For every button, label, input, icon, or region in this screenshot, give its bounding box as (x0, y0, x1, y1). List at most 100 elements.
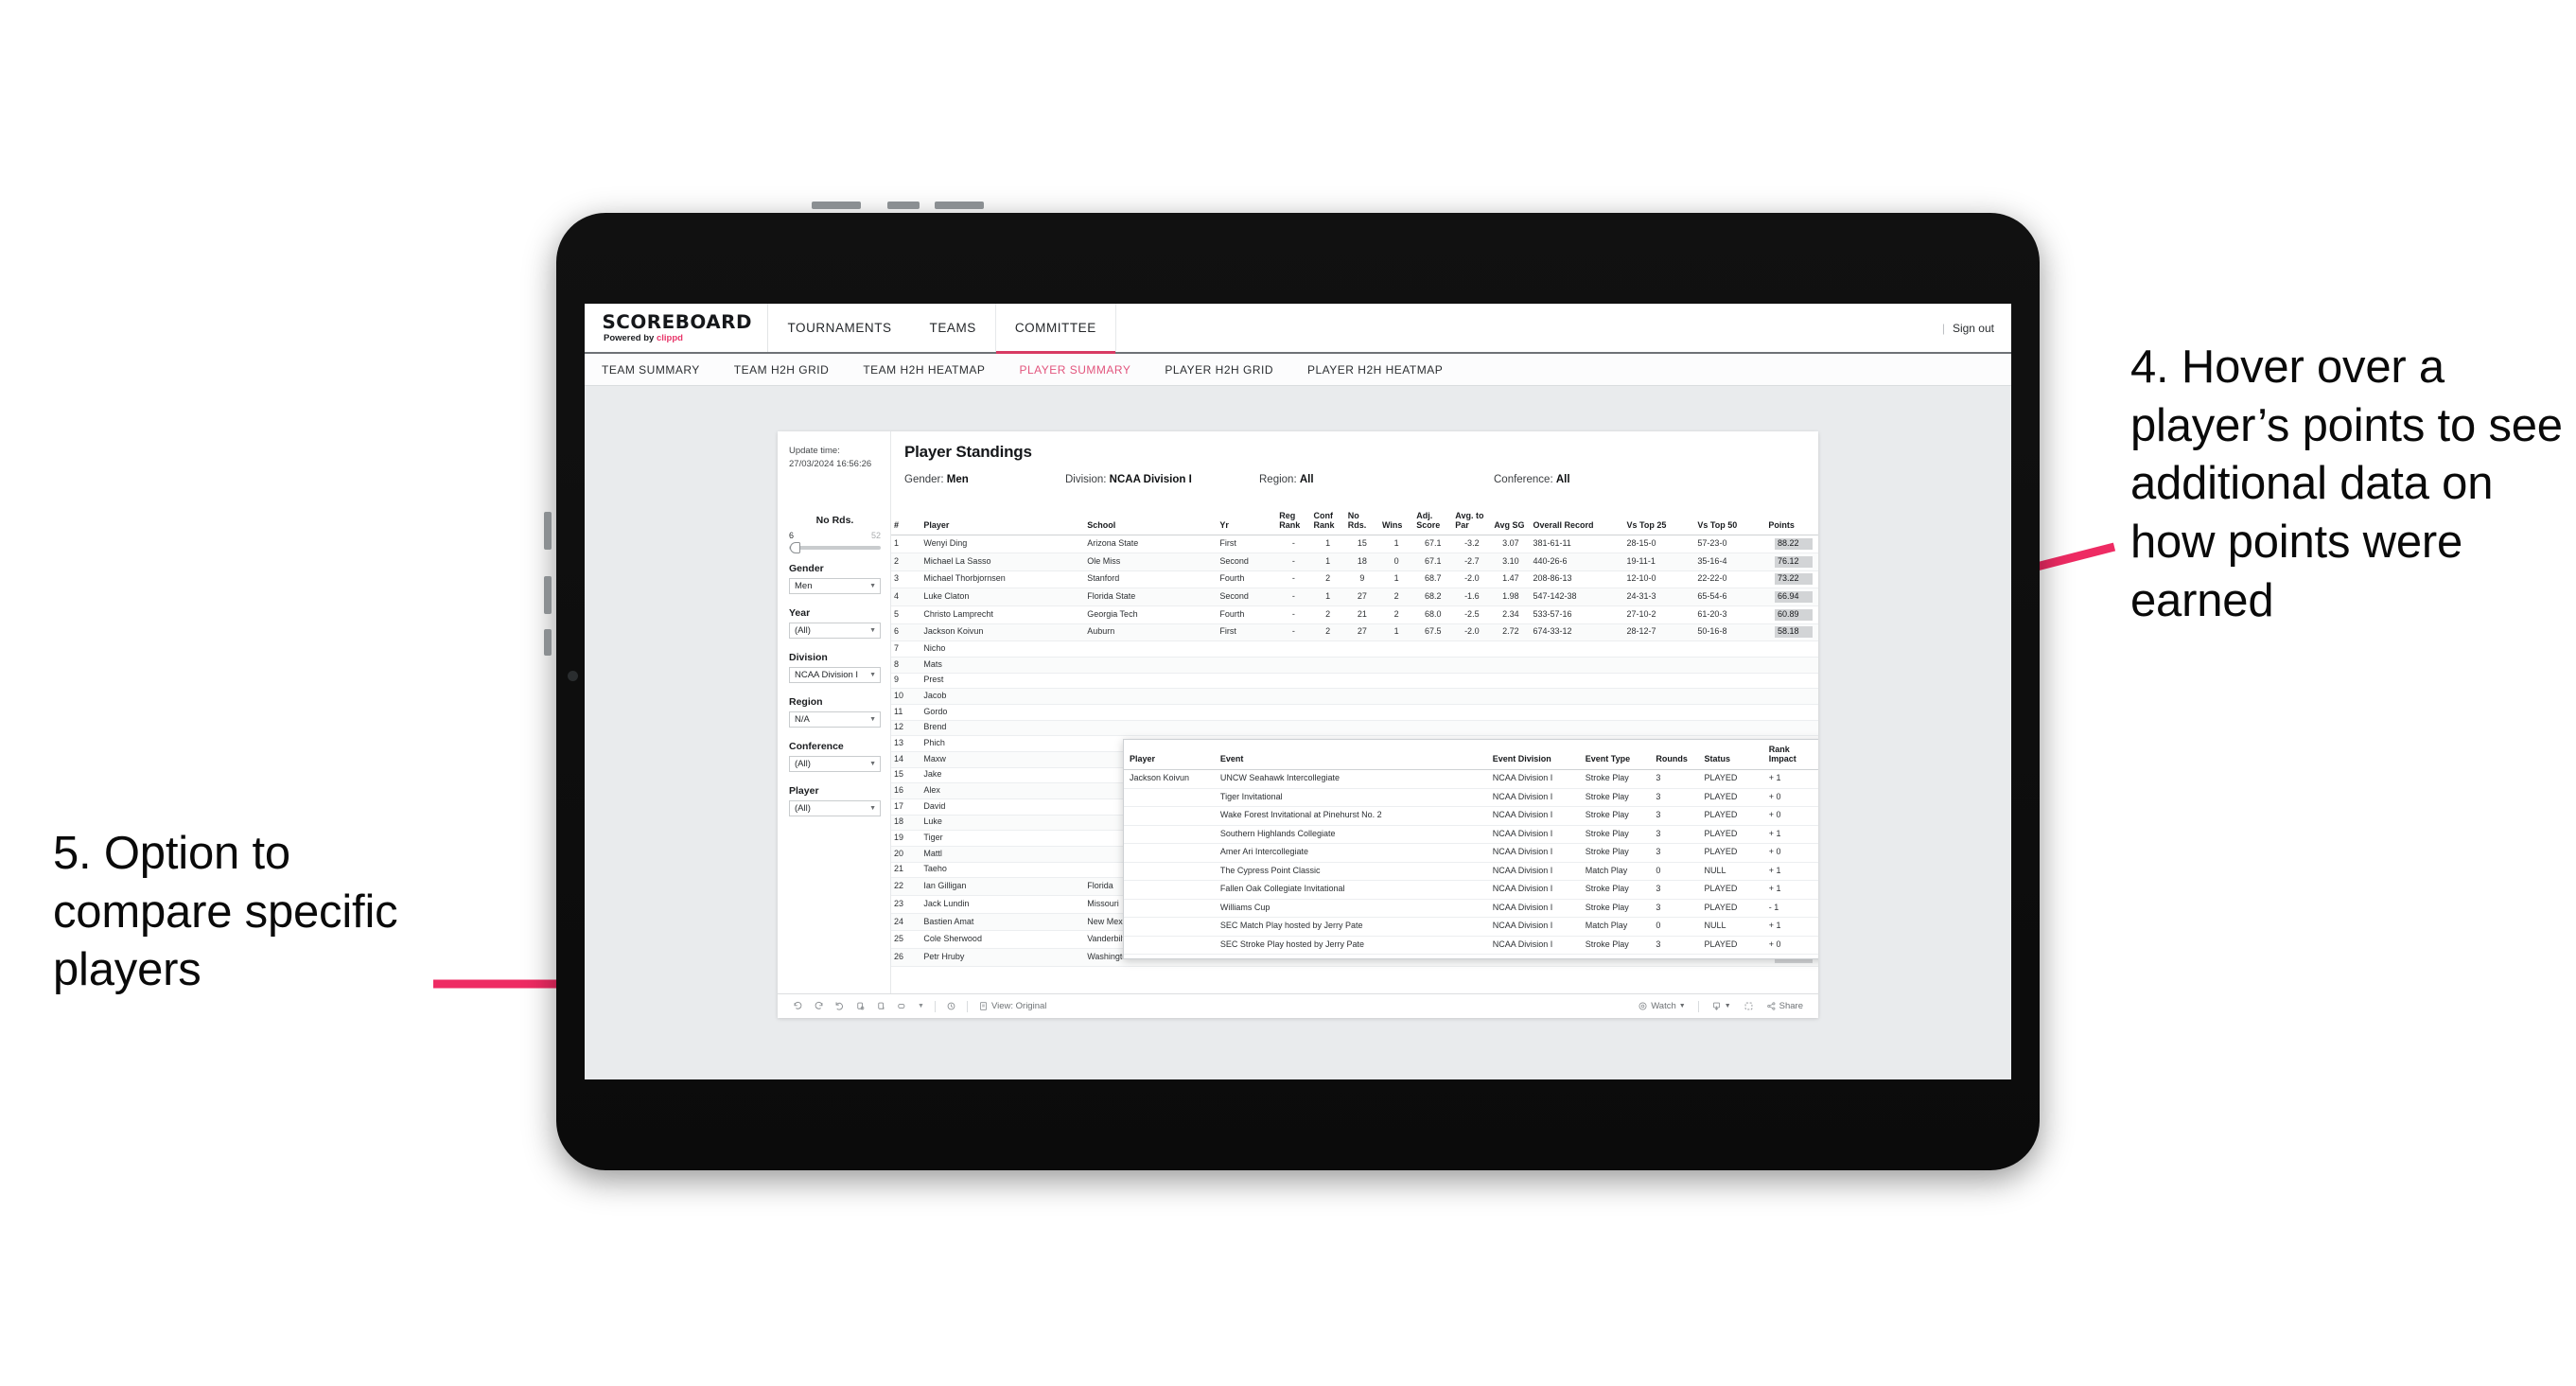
filter-conference-select[interactable]: (All) ▼ (789, 756, 881, 772)
tooltip-cell-status: NULL (1698, 917, 1763, 937)
revert-icon[interactable] (834, 1001, 845, 1011)
cell-points[interactable]: 73.22 (1765, 570, 1818, 589)
col-header-avg-to-par[interactable]: Avg. to Par (1452, 507, 1492, 536)
filter-region-label: Region (789, 696, 823, 708)
cell-points[interactable] (1765, 657, 1818, 674)
pause-auto-update-icon[interactable] (855, 1001, 866, 1011)
redo-icon[interactable] (814, 1001, 824, 1011)
cell-points[interactable] (1765, 720, 1818, 737)
cell-points[interactable] (1765, 673, 1818, 690)
table-row[interactable]: 11 Gordo (891, 704, 1818, 721)
table-row[interactable]: 1 Wenyi Ding Arizona State First -1 15 1 67.1 -3… (891, 535, 1818, 553)
col-header-wins[interactable]: Wins (1378, 507, 1414, 536)
filter-year-select[interactable]: (All) ▼ (789, 623, 881, 639)
tooltip-row: Wake Forest Invitational at Pinehurst No… (1124, 806, 1818, 826)
cell-points[interactable] (1765, 688, 1818, 705)
col-header-school[interactable]: School (1084, 507, 1218, 536)
col-header-overall-record[interactable]: Overall Record (1530, 507, 1624, 536)
points-badge[interactable]: 73.22 (1775, 573, 1813, 586)
undo-icon[interactable] (793, 1001, 803, 1011)
table-row[interactable]: 10 Jacob (891, 688, 1818, 705)
col-header-avg-sg[interactable]: Avg SG (1491, 507, 1531, 536)
volume-button-top-2[interactable] (935, 202, 984, 209)
table-row[interactable]: 8 Mats (891, 657, 1818, 674)
cell-avg-to-par: -2.0 (1452, 623, 1492, 642)
cell-rank: 25 (891, 930, 921, 949)
col-header-reg-rank[interactable]: Reg Rank (1276, 507, 1311, 536)
col-header-no-rounds[interactable]: No Rds. (1344, 507, 1379, 536)
nav-tournaments[interactable]: TOURNAMENTS (768, 304, 910, 352)
cell-vs-top-25: 28-15-0 (1623, 535, 1695, 553)
cell-rank: 22 (891, 877, 921, 896)
cell-rank: 16 (891, 782, 921, 799)
filter-division-value: NCAA Division I (795, 670, 859, 680)
cell-wins (1378, 673, 1414, 690)
side-button-2[interactable] (544, 576, 552, 614)
cell-adj-score (1413, 673, 1453, 690)
filter-player-select[interactable]: (All) ▼ (789, 800, 881, 816)
nav-committee[interactable]: COMMITTEE (994, 304, 1116, 354)
col-header-vs-top-25[interactable]: Vs Top 25 (1623, 507, 1695, 536)
chevron-down-icon[interactable]: ▼ (918, 1003, 924, 1009)
slider-handle[interactable] (790, 542, 800, 553)
points-badge[interactable]: 76.12 (1775, 555, 1813, 568)
table-row[interactable]: 7 Nicho (891, 640, 1818, 658)
cell-points[interactable] (1765, 704, 1818, 721)
nav-teams[interactable]: TEAMS (911, 304, 995, 352)
cell-points[interactable]: 58.18 (1765, 623, 1818, 642)
subnav-team-summary[interactable]: TEAM SUMMARY (602, 363, 700, 377)
subnav-player-h2h-heatmap[interactable]: PLAYER H2H HEATMAP (1307, 363, 1443, 377)
share-button[interactable]: Share (1766, 1001, 1803, 1011)
fullscreen-icon[interactable] (1744, 1001, 1754, 1011)
col-header-rank[interactable]: # (891, 507, 921, 536)
cell-points[interactable]: 66.94 (1765, 588, 1818, 606)
sign-out-link[interactable]: Sign out (1953, 322, 1994, 335)
volume-button-top[interactable] (887, 202, 920, 209)
col-header-adj-score[interactable]: Adj. Score (1413, 507, 1453, 536)
points-badge[interactable]: 88.22 (1775, 538, 1813, 550)
cell-conf-rank: 2 (1310, 623, 1345, 642)
app-logo[interactable]: SCOREBOARD Powered by clippd (585, 304, 769, 352)
table-row[interactable]: 9 Prest (891, 673, 1818, 690)
watch-button[interactable]: Watch ▼ (1638, 1001, 1686, 1011)
points-badge[interactable]: 66.94 (1775, 591, 1813, 603)
download-button[interactable]: ▼ (1711, 1001, 1731, 1011)
side-button-3[interactable] (544, 629, 552, 656)
cell-points[interactable]: 76.12 (1765, 553, 1818, 571)
subnav-team-h2h-heatmap[interactable]: TEAM H2H HEATMAP (863, 363, 985, 377)
cell-points[interactable] (1765, 640, 1818, 658)
cell-player: Petr Hruby (920, 948, 1085, 967)
subnav-player-h2h-grid[interactable]: PLAYER H2H GRID (1165, 363, 1273, 377)
cell-points[interactable]: 60.89 (1765, 605, 1818, 624)
power-button[interactable] (812, 202, 861, 209)
cell-points[interactable]: 88.22 (1765, 535, 1818, 553)
col-header-vs-top-50[interactable]: Vs Top 50 (1694, 507, 1766, 536)
refresh-icon[interactable] (946, 1001, 956, 1011)
side-button-1[interactable] (544, 512, 552, 550)
table-row[interactable]: 4 Luke Claton Florida State Second -1 27 2 68.2… (891, 588, 1818, 606)
cell-player: Bastien Amat (920, 913, 1085, 932)
filter-region-select[interactable]: N/A ▼ (789, 711, 881, 728)
subnav-team-h2h-grid[interactable]: TEAM H2H GRID (734, 363, 830, 377)
table-row[interactable]: 3 Michael Thorbjornsen Stanford Fourth -2 9 1 6… (891, 570, 1818, 589)
col-header-conf-rank[interactable]: Conf Rank (1310, 507, 1345, 536)
points-badge[interactable]: 60.89 (1775, 608, 1813, 621)
table-row[interactable]: 6 Jackson Koivun Auburn First -2 27 1 67.5 -2.0 2… (891, 623, 1818, 642)
subnav-player-summary[interactable]: PLAYER SUMMARY (1019, 363, 1130, 377)
col-header-player[interactable]: Player (920, 507, 1085, 536)
dashboard-canvas: Update time: 27/03/2024 16:56:26 Player … (585, 386, 2011, 1079)
table-row[interactable]: 5 Christo Lamprecht Georgia Tech Fourth -2 21… (891, 605, 1818, 624)
filter-division-select[interactable]: NCAA Division I ▼ (789, 667, 881, 683)
no-rounds-slider[interactable] (789, 542, 881, 553)
filter-gender-select[interactable]: Men ▼ (789, 578, 881, 594)
device-layout-icon[interactable] (897, 1001, 907, 1011)
resume-auto-update-icon[interactable] (876, 1001, 886, 1011)
cell-reg-rank: - (1276, 553, 1311, 571)
table-row[interactable]: 2 Michael La Sasso Ole Miss Second -1 18 0 67.1… (891, 553, 1818, 571)
table-row[interactable]: 12 Brend (891, 720, 1818, 737)
view-original-button[interactable]: View: Original (978, 1001, 1046, 1011)
col-header-year[interactable]: Yr (1217, 507, 1277, 536)
cell-school (1084, 657, 1218, 674)
col-header-points[interactable]: Points (1765, 507, 1818, 536)
points-badge[interactable]: 58.18 (1775, 626, 1813, 639)
